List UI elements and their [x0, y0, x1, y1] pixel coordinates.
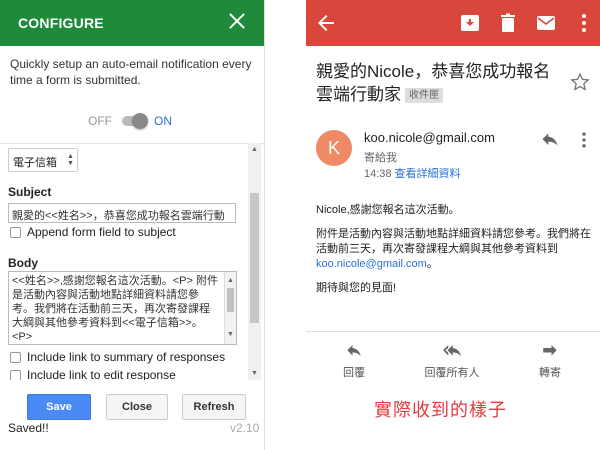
edit-link-checkbox[interactable]	[10, 370, 21, 380]
notification-toggle[interactable]: OFF ON	[88, 113, 228, 129]
reply-all-icon	[443, 345, 461, 357]
body-paragraph-text: 附件是活動內容與活動地點詳細資料請您參考。我們將在活動前三天，再次寄發課程大綱與…	[316, 228, 591, 255]
configure-title: CONFIGURE	[18, 15, 104, 31]
append-field-label: Append form field to subject	[27, 225, 176, 239]
gmail-message-view: 親愛的Nicole，恭喜您成功報名雲端行動家 收件匣 K koo.nicole@g…	[306, 0, 600, 450]
refresh-button[interactable]: Refresh	[182, 394, 246, 420]
toggle-off-label: OFF	[88, 114, 112, 128]
forward-icon	[543, 345, 557, 356]
scroll-up-icon[interactable]: ▲	[227, 274, 234, 288]
mail-body: Nicole,感謝您報名這次活動。 附件是活動內容與活動地點詳細資料請您參考。我…	[316, 203, 594, 305]
star-icon[interactable]	[570, 72, 590, 92]
body-paragraph-end: 。	[426, 258, 438, 270]
recipient-field-select[interactable]: 電子信箱 ▲ ▼	[8, 148, 78, 172]
configure-description: Quickly setup an auto-email notification…	[10, 57, 252, 87]
panel-scroll-thumb[interactable]	[250, 193, 259, 323]
caption: 實際收到的樣子	[374, 400, 507, 421]
configure-panel: CONFIGURE Quickly setup an auto-email no…	[0, 0, 265, 450]
save-button[interactable]: Save	[27, 394, 91, 420]
message-time: 14:38	[364, 168, 392, 180]
toggle-knob[interactable]	[132, 113, 148, 129]
back-icon[interactable]	[314, 11, 338, 35]
reply-all-action[interactable]: 回覆所有人	[412, 342, 492, 380]
forward-action[interactable]: 轉寄	[510, 342, 590, 380]
mail-subject: 親愛的Nicole，恭喜您成功報名雲端行動家 收件匣	[316, 60, 566, 106]
summary-link-label: Include link to summary of responses	[27, 350, 226, 364]
body-text: <<姓名>>,感謝您報名這次活動。<P> 附件是活動內容與活動地點詳細資料請您參…	[12, 275, 218, 343]
select-arrows-icon: ▲ ▼	[67, 153, 74, 167]
close-icon[interactable]	[226, 10, 248, 32]
edit-link-label: Include link to edit response	[27, 368, 176, 380]
close-button[interactable]: Close	[106, 394, 168, 420]
reply-icon	[347, 345, 361, 357]
scroll-down-icon[interactable]: ▼	[251, 370, 258, 377]
mail-icon[interactable]	[534, 11, 558, 35]
version-label: v2.10	[230, 421, 260, 435]
body-textarea[interactable]: <<姓名>>,感謝您報名這次活動。<P> 附件是活動內容與活動地點詳細資料請您參…	[8, 271, 237, 345]
delete-icon[interactable]	[496, 11, 520, 35]
scroll-up-icon[interactable]: ▲	[251, 146, 258, 153]
body-label: Body	[8, 256, 38, 270]
body-paragraph: 附件是活動內容與活動地點詳細資料請您參考。我們將在活動前三天，再次寄發課程大綱與…	[316, 227, 594, 272]
subject-input[interactable]: 親愛的<<姓名>>，恭喜您成功報名雲端行動	[8, 203, 236, 223]
avatar[interactable]: K	[316, 130, 352, 166]
reply-action[interactable]: 回覆	[314, 342, 394, 380]
body-email-link[interactable]: koo.nicole@gmail.com	[316, 258, 427, 270]
body-closing: 期待與您的見面!	[316, 282, 397, 294]
message-meta: 14:38 查看詳細資料	[364, 165, 461, 181]
select-value: 電子信箱	[13, 157, 57, 169]
body-greeting: Nicole,感謝您報名這次活動。	[316, 204, 460, 216]
configure-header: CONFIGURE	[0, 0, 264, 46]
textarea-scrollbar[interactable]: ▲ ▼	[224, 272, 236, 344]
reply-all-label: 回覆所有人	[424, 367, 480, 379]
scroll-down-icon[interactable]: ▼	[227, 328, 234, 342]
reply-icon[interactable]	[540, 130, 560, 150]
settings-scroll-area: 電子信箱 ▲ ▼ Subject 親愛的<<姓名>>，恭喜您成功報名雲端行動 Ap…	[0, 143, 264, 380]
gmail-toolbar	[306, 0, 600, 46]
reply-label: 回覆	[343, 367, 365, 379]
summary-link-checkbox[interactable]	[10, 352, 21, 363]
toggle-on-label: ON	[154, 114, 172, 128]
divider	[306, 331, 600, 332]
append-field-checkbox[interactable]	[10, 227, 21, 238]
sender-email: koo.nicole@gmail.com	[364, 130, 495, 145]
inbox-label-badge[interactable]: 收件匣	[405, 88, 443, 103]
view-details-link[interactable]: 查看詳細資料	[395, 168, 461, 180]
more-icon[interactable]	[578, 130, 590, 150]
recipient-label: 寄給我	[364, 152, 397, 164]
save-status: Saved!!	[8, 421, 49, 435]
archive-icon[interactable]	[458, 11, 482, 35]
subject-label: Subject	[8, 185, 52, 199]
forward-label: 轉寄	[539, 367, 561, 379]
panel-scrollbar[interactable]: ▲ ▼	[248, 143, 261, 380]
more-icon[interactable]	[572, 11, 596, 35]
textarea-scroll-thumb[interactable]	[227, 288, 234, 312]
